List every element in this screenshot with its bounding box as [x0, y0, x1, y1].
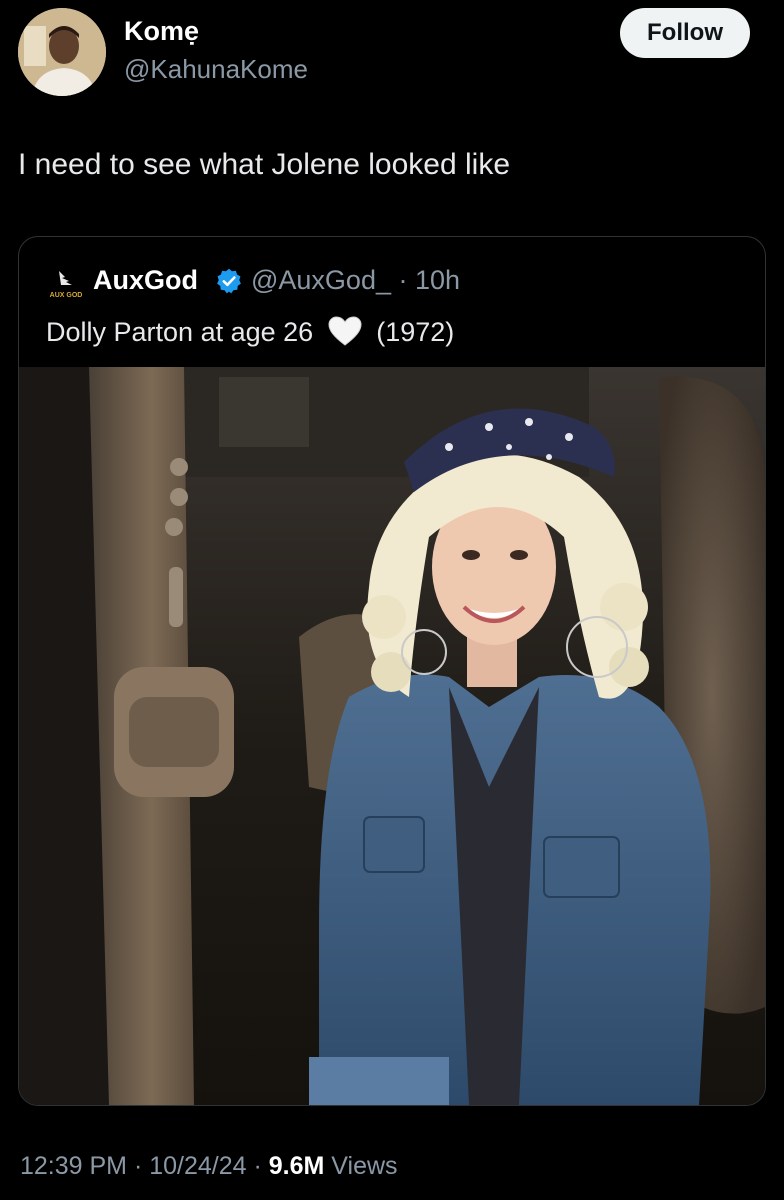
views-label: Views [324, 1152, 398, 1180]
quoted-tweet-header: AUX GOD AuxGod @AuxGod_ · 10h Dolly Part… [19, 237, 765, 367]
tweet-meta: 12:39 PM · 10/24/24 · 9.6M Views [20, 1152, 398, 1181]
quoted-tweet-photo[interactable] [19, 367, 765, 1105]
quoted-handle-and-time[interactable]: @AuxGod_ · 10h [251, 265, 460, 296]
auxgod-logo-text: AUX GOD [50, 292, 83, 299]
verified-badge-icon [217, 268, 241, 294]
quoted-tweet-text: Dolly Parton at age 26 (1972) [46, 315, 454, 348]
quoted-author-name[interactable]: AuxGod [93, 265, 198, 296]
avatar-photo-icon [18, 8, 106, 96]
author-name[interactable]: Komẹ [124, 16, 199, 47]
tweet-text: I need to see what Jolene looked like [18, 148, 510, 181]
photo-of-woman-in-denim-jacket-icon [19, 367, 765, 1105]
quoted-text-year: (1972) [376, 317, 455, 347]
author-handle[interactable]: @KahunaKome [124, 54, 308, 85]
tweet-timestamp[interactable]: 12:39 PM · 10/24/24 · [20, 1152, 269, 1180]
white-heart-emoji-icon [328, 316, 362, 346]
follow-button[interactable]: Follow [620, 8, 750, 58]
author-avatar[interactable] [18, 8, 106, 96]
auxgod-logo-icon[interactable]: AUX GOD [49, 267, 83, 301]
views-count: 9.6M [268, 1152, 325, 1180]
quoted-text-main: Dolly Parton at age 26 [46, 317, 314, 347]
quoted-tweet-card[interactable]: AUX GOD AuxGod @AuxGod_ · 10h Dolly Part… [18, 236, 766, 1106]
